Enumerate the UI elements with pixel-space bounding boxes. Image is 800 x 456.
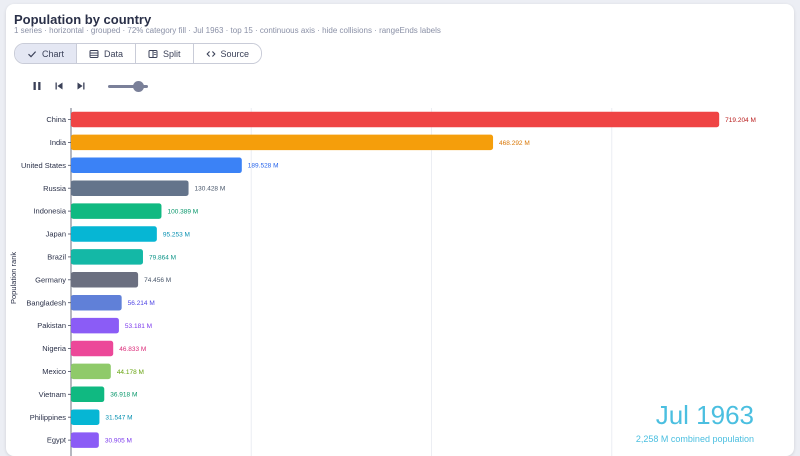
category-label: Indonesia <box>33 207 66 216</box>
value-label: 100.389 M <box>167 209 198 216</box>
bar <box>71 340 114 357</box>
value-label: 53.181 M <box>125 323 152 330</box>
category-label: India <box>50 138 67 147</box>
current-date-label: Jul 1963 <box>655 400 754 430</box>
category-label: Philippines <box>30 413 67 422</box>
category-label: Germany <box>35 275 66 284</box>
value-label: 36.918 M <box>110 392 137 399</box>
value-label: 30.905 M <box>105 438 132 445</box>
category-label: Mexico <box>42 367 66 376</box>
category-label: Nigeria <box>42 344 67 353</box>
value-label: 95.253 M <box>163 231 190 238</box>
bar-chart: China 719.204 M India 468.292 M United State… <box>21 108 756 456</box>
category-label: China <box>46 115 66 124</box>
value-label: 46.833 M <box>119 346 146 353</box>
bar <box>71 409 100 425</box>
category-label: Egypt <box>47 436 67 445</box>
value-label: 468.292 M <box>499 140 530 147</box>
bar <box>71 272 139 288</box>
y-axis-label: Population rank <box>9 251 18 304</box>
bar <box>71 432 99 448</box>
combined-population-label: 2,258 M combined population <box>635 434 754 444</box>
bar <box>71 226 157 242</box>
bar <box>71 386 105 403</box>
value-label: 79.864 M <box>149 254 176 261</box>
bar <box>71 363 111 380</box>
category-label: Japan <box>46 230 66 239</box>
value-label: 130.428 M <box>195 186 226 193</box>
bar <box>71 157 242 174</box>
value-label: 719.204 M <box>725 117 756 124</box>
value-label: 74.456 M <box>144 277 171 284</box>
category-label: Russia <box>43 184 67 193</box>
bar <box>71 180 189 196</box>
bar <box>71 111 720 128</box>
bar <box>71 134 494 151</box>
bar <box>71 249 143 265</box>
category-label: Bangladesh <box>26 298 66 307</box>
chart-card: Population by country 1 series · horizon… <box>6 4 794 456</box>
category-label: Brazil <box>47 253 66 262</box>
bar <box>71 317 119 334</box>
value-label: 44.178 M <box>117 369 144 376</box>
value-label: 31.547 M <box>105 415 132 422</box>
bar <box>71 203 162 219</box>
category-label: Vietnam <box>39 390 66 399</box>
value-label: 189.528 M <box>248 163 279 170</box>
category-label: United States <box>21 161 66 170</box>
bar <box>71 294 122 311</box>
category-label: Pakistan <box>37 321 66 330</box>
value-label: 56.214 M <box>128 300 155 307</box>
